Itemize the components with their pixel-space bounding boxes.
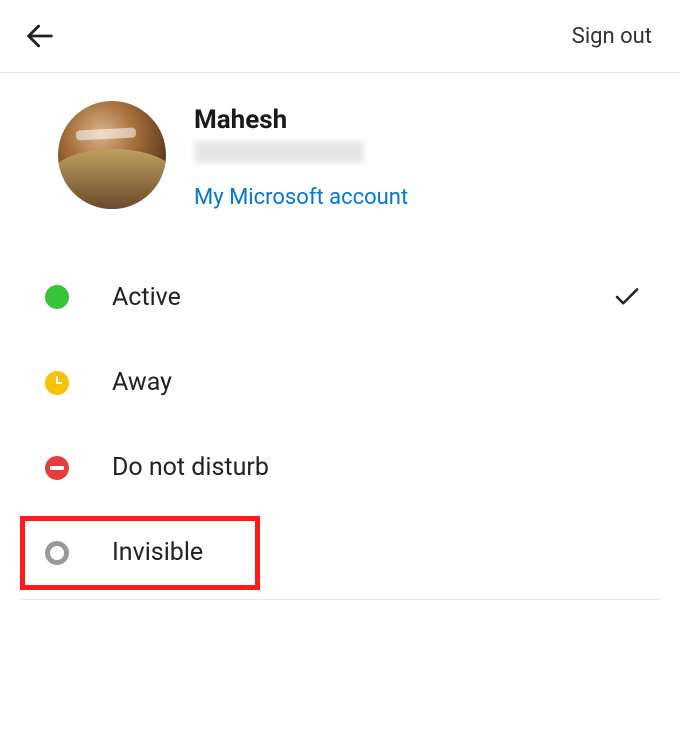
divider: [20, 599, 660, 600]
status-label: Invisible: [112, 538, 642, 567]
away-status-icon: [44, 370, 70, 396]
status-item-dnd[interactable]: Do not disturb: [0, 425, 680, 510]
status-label: Do not disturb: [112, 453, 642, 482]
invisible-status-icon: [44, 540, 70, 566]
microsoft-account-link[interactable]: My Microsoft account: [194, 185, 408, 210]
status-list: Active Away Do not disturb Invisible: [0, 230, 680, 595]
active-status-icon: [44, 284, 70, 310]
status-label: Active: [112, 283, 612, 312]
signout-button[interactable]: Sign out: [572, 24, 652, 49]
status-item-invisible[interactable]: Invisible: [0, 510, 680, 595]
checkmark-icon: [612, 282, 642, 312]
profile-username-redacted: [194, 141, 364, 163]
status-label: Away: [112, 368, 642, 397]
status-item-active[interactable]: Active: [0, 254, 680, 340]
profile-section: Mahesh My Microsoft account: [0, 73, 680, 230]
header-bar: Sign out: [0, 0, 680, 73]
back-arrow-icon: [23, 19, 57, 53]
dnd-status-icon: [44, 455, 70, 481]
back-button[interactable]: [22, 18, 58, 54]
status-item-away[interactable]: Away: [0, 340, 680, 425]
profile-name: Mahesh: [194, 105, 408, 135]
profile-info: Mahesh My Microsoft account: [194, 101, 408, 210]
avatar[interactable]: [58, 101, 166, 209]
